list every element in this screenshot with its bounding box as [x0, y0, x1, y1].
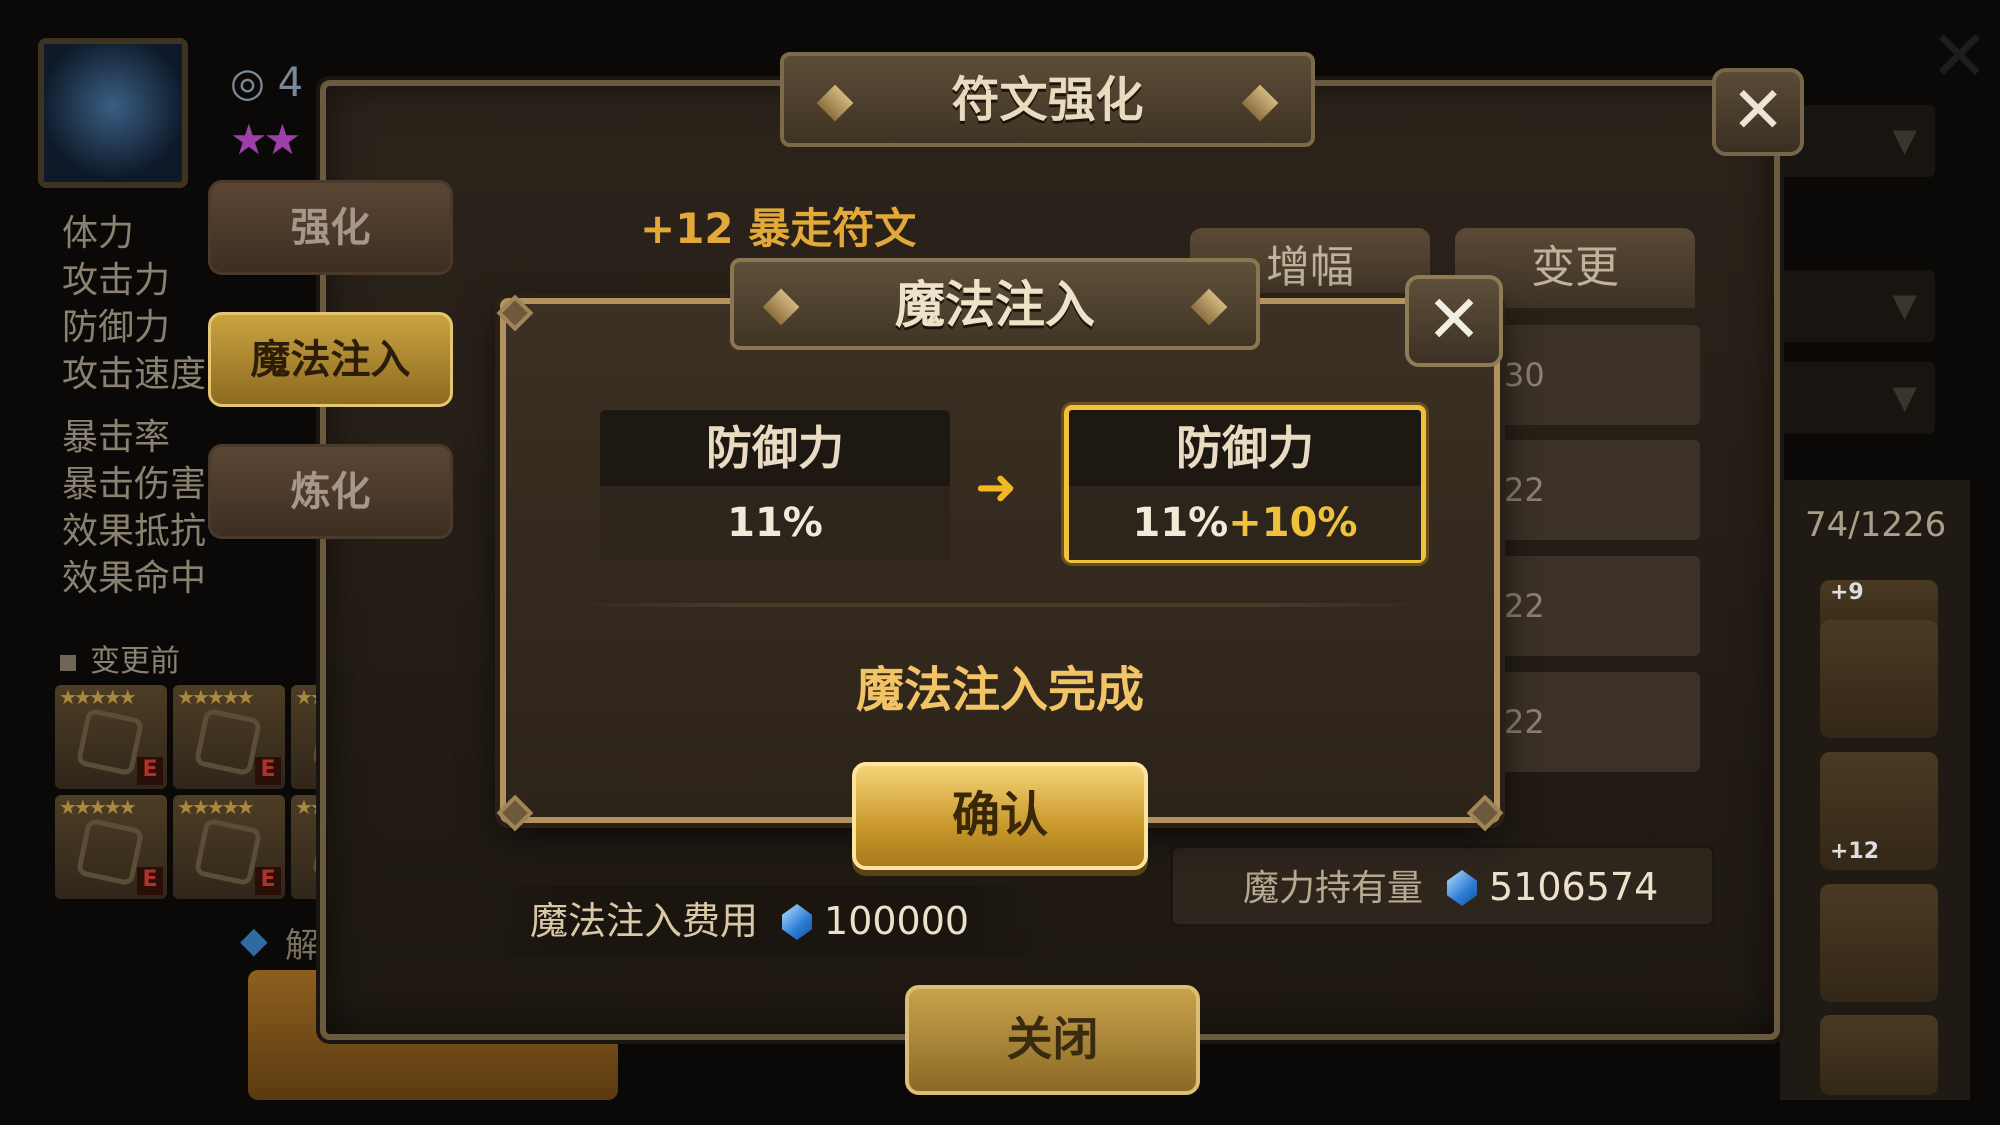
title-diamond-icon: [816, 84, 854, 122]
rune-slot[interactable]: ★★★★★ E: [55, 685, 167, 789]
hero-portrait[interactable]: [38, 38, 188, 188]
hero-stat-list: 体力 攻击力 防御力 攻击速度 暴击率 暴击伤害 效果抵抗 效果命中: [62, 210, 206, 602]
stat-after-name: 防御力: [1069, 410, 1421, 486]
filter-dropdown[interactable]: [1760, 270, 1935, 342]
stat-def-label: 防御力: [62, 307, 171, 348]
stat-hp-label: 体力: [62, 213, 135, 254]
substat-row[interactable]: 22: [1500, 556, 1700, 656]
mana-crystal-icon: [1447, 870, 1478, 906]
mana-crystal-icon: [782, 904, 813, 940]
close-button[interactable]: 关闭: [905, 985, 1200, 1095]
title-diamond-icon: [1190, 288, 1228, 326]
rune-level-badge: +9: [1830, 580, 1864, 605]
rune-upgrade-title-plate: 符文强化: [780, 52, 1315, 147]
stat-resist-label: 效果抵抗: [62, 511, 207, 552]
stat-crit-rate-label: 暴击率: [62, 417, 171, 458]
infuse-cost-bar: 魔法注入费用 100000: [470, 885, 1060, 957]
stat-after-box: 防御力 11%+10%: [1064, 405, 1426, 563]
hero-level: ◎ 4: [230, 60, 304, 106]
inventory-slot[interactable]: [1820, 884, 1938, 1002]
stat-after-bonus: +10%: [1228, 500, 1358, 546]
rune-slot[interactable]: ★★★★★ E: [55, 795, 167, 899]
magic-infuse-close-button[interactable]: ✕: [1405, 275, 1503, 367]
tab-magic-infuse[interactable]: 魔法注入: [208, 312, 453, 407]
hero-stars: ★★: [230, 115, 301, 164]
stat-accuracy-label: 效果命中: [62, 558, 207, 599]
tab-upgrade[interactable]: 强化: [208, 180, 453, 275]
substat-row[interactable]: 30: [1500, 325, 1700, 425]
stat-after-value: 11%: [1132, 500, 1229, 546]
before-change-toggle[interactable]: 变更前: [60, 636, 180, 680]
substat-row[interactable]: 22: [1500, 440, 1700, 540]
crystal-icon: ◆: [240, 920, 268, 961]
divider: [570, 603, 1430, 607]
rune-level-badge: +12: [1830, 839, 1880, 864]
title-diamond-icon: [1241, 84, 1279, 122]
stat-before-value: 11%: [600, 486, 950, 560]
magic-infuse-title: 魔法注入: [895, 276, 1095, 334]
title-diamond-icon: [762, 288, 800, 326]
stat-crit-dmg-label: 暴击伤害: [62, 464, 207, 505]
stat-before-name: 防御力: [600, 410, 950, 486]
confirm-button[interactable]: 确认: [852, 762, 1148, 870]
mana-balance-bar: 魔力持有量 5106574: [1170, 845, 1715, 927]
infuse-complete-message: 魔法注入完成: [855, 662, 1144, 718]
rune-inventory-count: 74/1226: [1805, 505, 1947, 545]
arrow-right-icon: ➜: [975, 458, 1017, 516]
substat-row[interactable]: 22: [1500, 672, 1700, 772]
magic-infuse-title-plate: 魔法注入: [730, 258, 1260, 350]
unlock-label: 解: [285, 926, 319, 966]
rune-slot[interactable]: ★★★★★ E: [173, 795, 285, 899]
stat-spd-label: 攻击速度: [62, 354, 207, 395]
stat-before-box: 防御力 11%: [600, 410, 950, 560]
infuse-cost-label: 魔法注入费用: [530, 899, 759, 943]
rune-slot[interactable]: ★★★★★ E: [173, 685, 285, 789]
mana-balance-label: 魔力持有量: [1243, 868, 1424, 909]
filter-dropdown[interactable]: [1760, 362, 1935, 434]
inventory-slot[interactable]: [1820, 620, 1938, 738]
rune-upgrade-title: 符文强化: [951, 72, 1144, 128]
inventory-slot[interactable]: [1820, 1015, 1938, 1095]
tab-refine[interactable]: 炼化: [208, 444, 453, 539]
infuse-cost-value: 100000: [824, 899, 970, 943]
stat-after-value-row: 11%+10%: [1069, 486, 1421, 560]
inventory-slot[interactable]: +12: [1820, 752, 1938, 870]
rune-upgrade-close-button[interactable]: ✕: [1712, 68, 1804, 156]
stat-atk-label: 攻击力: [62, 260, 171, 301]
mana-balance-value: 5106574: [1489, 865, 1659, 909]
screen-close-icon[interactable]: ✕: [1930, 15, 1989, 97]
rune-name-title: +12 暴走符文: [640, 204, 917, 253]
